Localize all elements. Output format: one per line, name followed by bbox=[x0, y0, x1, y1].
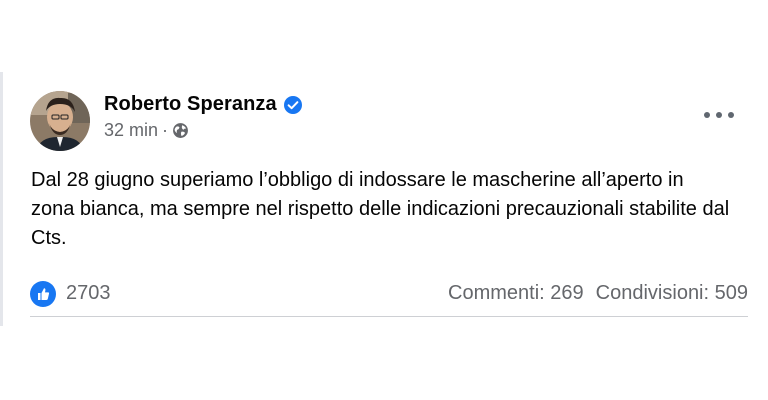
post-meta: Roberto Speranza 32 min · bbox=[104, 86, 303, 141]
post-timestamp[interactable]: 32 min bbox=[104, 120, 158, 141]
more-dot bbox=[704, 112, 710, 118]
more-dot bbox=[716, 112, 722, 118]
avatar-image bbox=[30, 91, 90, 151]
verified-badge-icon bbox=[283, 95, 303, 115]
facebook-post: Roberto Speranza 32 min · Dal 28 giugno … bbox=[30, 86, 748, 311]
likes-count[interactable]: 2703 bbox=[66, 282, 111, 305]
author-name[interactable]: Roberto Speranza bbox=[104, 93, 277, 116]
stats-right: Commenti: 269 Condivisioni: 509 bbox=[448, 282, 748, 305]
like-icon[interactable] bbox=[30, 280, 56, 307]
stats-divider bbox=[30, 316, 748, 317]
post-header: Roberto Speranza 32 min · bbox=[30, 86, 748, 156]
avatar[interactable] bbox=[30, 91, 90, 151]
page: Roberto Speranza 32 min · Dal 28 giugno … bbox=[0, 0, 768, 400]
more-dot bbox=[728, 112, 734, 118]
post-stats: 2703 Commenti: 269 Condivisioni: 509 bbox=[30, 276, 748, 311]
post-card-edge bbox=[0, 72, 3, 326]
more-options-icon[interactable] bbox=[704, 108, 734, 122]
post-text: Dal 28 giugno superiamo l’obbligo di ind… bbox=[31, 169, 730, 249]
comments-count[interactable]: Commenti: 269 bbox=[448, 282, 584, 305]
post-subtitle: 32 min · bbox=[104, 120, 303, 141]
shares-count[interactable]: Condivisioni: 509 bbox=[596, 282, 748, 305]
globe-icon[interactable] bbox=[172, 122, 189, 139]
author-row: Roberto Speranza bbox=[104, 93, 303, 116]
separator-dot: · bbox=[162, 120, 169, 140]
